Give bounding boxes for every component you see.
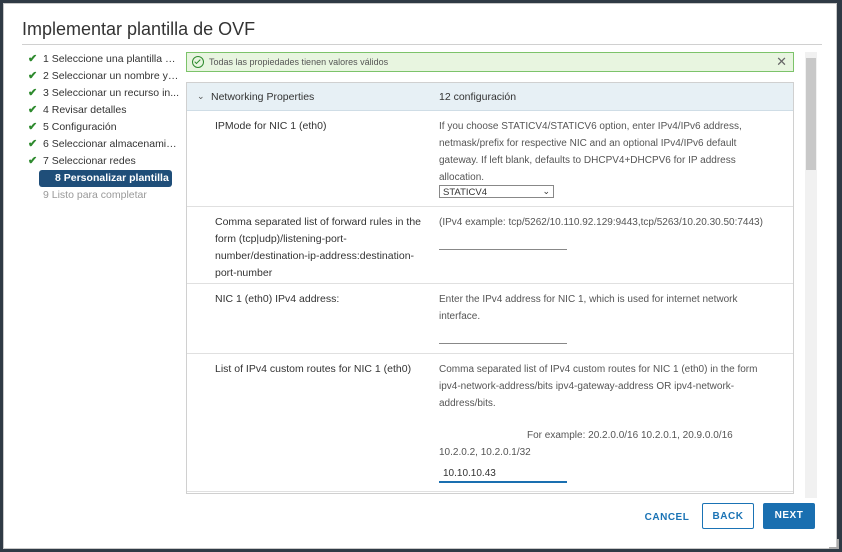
step-label: 6 Seleccionar almacenamie... bbox=[43, 138, 179, 150]
step-label: 4 Revisar detalles bbox=[43, 104, 127, 116]
step-label: 3 Seleccionar un recurso in... bbox=[43, 87, 179, 99]
ipmode-description: If you choose STATICV4/STATICV6 option, … bbox=[439, 121, 742, 183]
wizard-steps: ✔ 1 Seleccione una plantilla d... ✔ 2 Sele… bbox=[24, 51, 179, 204]
row-ipv4-address: NIC 1 (eth0) IPv4 address: Enter the IPv… bbox=[187, 283, 793, 354]
row-forward-rules: Comma separated list of forward rules in… bbox=[187, 206, 793, 284]
step-label: 5 Configuración bbox=[43, 121, 117, 133]
ipv4-address-label: NIC 1 (eth0) IPv4 address: bbox=[215, 293, 340, 305]
step-1[interactable]: ✔ 1 Seleccione una plantilla d... bbox=[24, 51, 179, 68]
next-button[interactable]: NEXT bbox=[763, 503, 815, 529]
step-label: 1 Seleccione una plantilla d... bbox=[43, 53, 179, 65]
check-icon: ✔ bbox=[28, 53, 38, 65]
custom-routes-example: For example: 20.2.0.0/16 10.2.0.1, 20.9.… bbox=[439, 430, 733, 458]
check-icon: ✔ bbox=[28, 104, 38, 116]
custom-routes-description: Comma separated list of IPv4 custom rout… bbox=[439, 364, 758, 409]
ipv4-address-description: Enter the IPv4 address for NIC 1, which … bbox=[439, 294, 738, 322]
step-8-active[interactable]: 8 Personalizar plantilla bbox=[39, 170, 172, 187]
chevron-down-icon: ⌄ bbox=[542, 186, 550, 196]
step-3[interactable]: ✔ 3 Seleccionar un recurso in... bbox=[24, 85, 179, 102]
title-divider bbox=[22, 44, 822, 45]
vertical-scrollbar[interactable] bbox=[805, 52, 817, 498]
step-2[interactable]: ✔ 2 Seleccionar un nombre y ... bbox=[24, 68, 179, 85]
forward-rules-label: Comma separated list of forward rules in… bbox=[215, 216, 422, 279]
banner-message: Todas las propiedades tienen valores vál… bbox=[209, 57, 389, 67]
group-count: 12 configuración bbox=[439, 91, 517, 103]
scrollbar-thumb[interactable] bbox=[806, 58, 816, 170]
custom-routes-label: List of IPv4 custom routes for NIC 1 (et… bbox=[215, 363, 412, 375]
step-6[interactable]: ✔ 6 Seleccionar almacenamie... bbox=[24, 136, 179, 153]
step-4[interactable]: ✔ 4 Revisar detalles bbox=[24, 102, 179, 119]
resize-handle-icon[interactable] bbox=[829, 539, 839, 549]
networking-group-header[interactable]: ⌄ Networking Properties 12 configuración bbox=[187, 83, 793, 111]
step-7[interactable]: ✔ 7 Seleccionar redes bbox=[24, 153, 179, 170]
ipmode-select[interactable]: STATICV4 ⌄ bbox=[439, 185, 554, 198]
forward-rules-description: (IPv4 example: tcp/5262/10.110.92.129:94… bbox=[439, 217, 763, 228]
ipv4-address-underline bbox=[439, 343, 567, 344]
close-icon[interactable]: ✕ bbox=[776, 53, 787, 71]
step-5[interactable]: ✔ 5 Configuración bbox=[24, 119, 179, 136]
check-icon: ✔ bbox=[28, 70, 38, 82]
properties-panel: ⌄ Networking Properties 12 configuración… bbox=[186, 82, 794, 494]
ipmode-label: IPMode for NIC 1 (eth0) bbox=[215, 120, 327, 132]
forward-rules-underline bbox=[439, 249, 567, 250]
dialog-title: Implementar plantilla de OVF bbox=[22, 19, 256, 39]
row-ipmode: IPMode for NIC 1 (eth0) If you choose ST… bbox=[187, 110, 793, 207]
step-label: 2 Seleccionar un nombre y ... bbox=[43, 70, 179, 82]
validation-banner: Todas las propiedades tienen valores vál… bbox=[186, 52, 794, 72]
ipmode-selected: STATICV4 bbox=[443, 187, 487, 198]
step-label: 7 Seleccionar redes bbox=[43, 155, 136, 167]
row-custom-routes: List of IPv4 custom routes for NIC 1 (et… bbox=[187, 353, 793, 492]
check-icon: ✔ bbox=[28, 155, 38, 167]
check-icon: ✔ bbox=[28, 121, 38, 133]
check-icon: ✔ bbox=[28, 138, 38, 150]
success-check-icon bbox=[192, 56, 204, 68]
custom-routes-input[interactable]: 10.10.10.43 bbox=[443, 468, 496, 479]
custom-routes-underline bbox=[439, 481, 567, 483]
step-label: 8 Personalizar plantilla bbox=[55, 172, 169, 184]
step-label: 9 Listo para completar bbox=[43, 189, 147, 201]
cancel-button[interactable]: CANCEL bbox=[636, 505, 698, 531]
step-9: 9 Listo para completar bbox=[24, 187, 179, 204]
back-button[interactable]: BACK bbox=[702, 503, 754, 529]
chevron-down-icon[interactable]: ⌄ bbox=[197, 91, 205, 102]
check-icon: ✔ bbox=[28, 87, 38, 99]
group-name: Networking Properties bbox=[211, 91, 315, 103]
